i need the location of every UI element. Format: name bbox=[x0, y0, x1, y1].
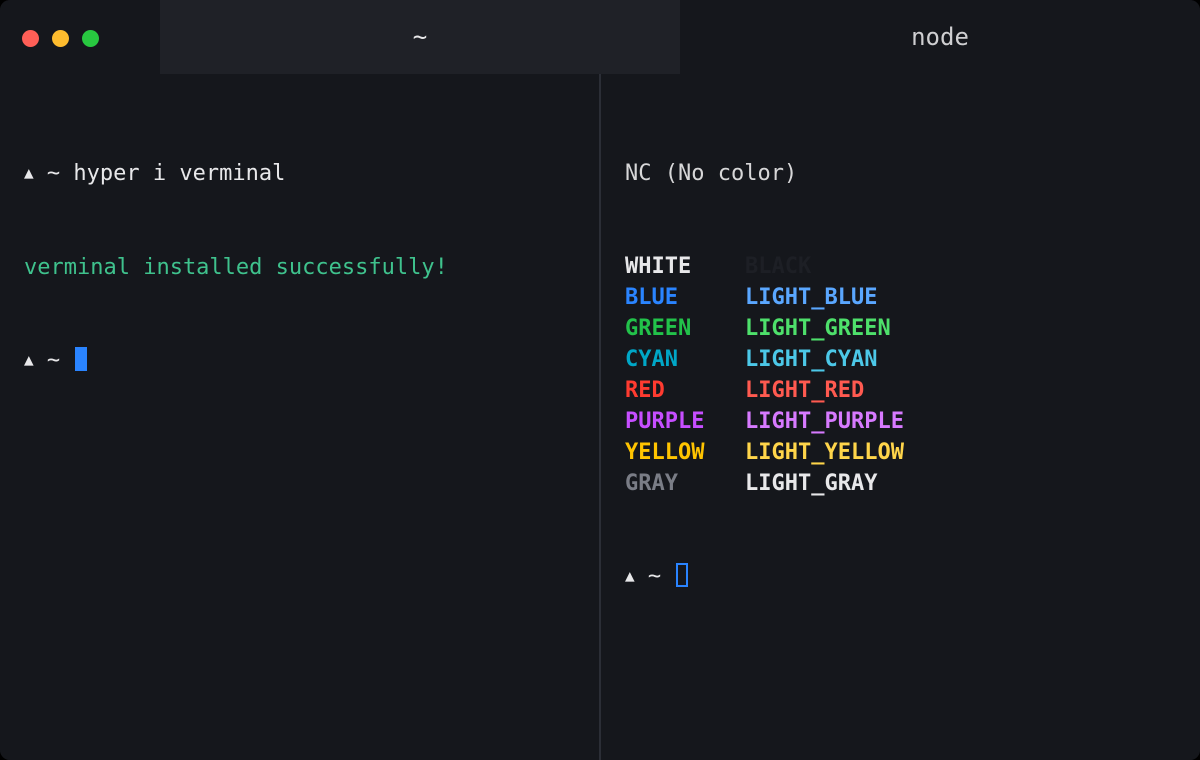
command-text: hyper i verminal bbox=[73, 161, 285, 186]
color-name-right: LIGHT_BLUE bbox=[745, 282, 877, 313]
pane-left[interactable]: ▲ ~ hyper i verminal verminal installed … bbox=[0, 74, 599, 760]
color-row: BLUELIGHT_BLUE bbox=[625, 282, 1176, 313]
color-row: GRAYLIGHT_GRAY bbox=[625, 468, 1176, 499]
titlebar: ~ node bbox=[0, 0, 1200, 74]
color-row: PURPLELIGHT_PURPLE bbox=[625, 406, 1176, 437]
color-name-left: WHITE bbox=[625, 251, 745, 282]
color-name-left: BLUE bbox=[625, 282, 745, 313]
color-name-left: CYAN bbox=[625, 344, 745, 375]
color-name-left: PURPLE bbox=[625, 406, 745, 437]
color-row: CYANLIGHT_CYAN bbox=[625, 344, 1176, 375]
prompt-tilde: ~ bbox=[47, 348, 60, 373]
color-name-left: YELLOW bbox=[625, 437, 745, 468]
prompt-line-1: ▲ ~ hyper i verminal bbox=[24, 158, 575, 190]
color-table: WHITEBLACKBLUELIGHT_BLUEGREENLIGHT_GREEN… bbox=[625, 251, 1176, 499]
color-row: YELLOWLIGHT_YELLOW bbox=[625, 437, 1176, 468]
split-panes: ▲ ~ hyper i verminal verminal installed … bbox=[0, 74, 1200, 760]
prompt-line: ▲ ~ bbox=[625, 561, 1176, 593]
tab-home[interactable]: ~ bbox=[160, 0, 680, 74]
no-color-line: NC (No color) bbox=[625, 158, 1176, 189]
prompt-line-2: ▲ ~ bbox=[24, 345, 575, 377]
prompt-triangle-icon: ▲ bbox=[24, 344, 34, 375]
tab-bar: ~ node bbox=[0, 0, 1200, 74]
prompt-triangle-icon: ▲ bbox=[24, 157, 34, 188]
traffic-lights bbox=[0, 20, 99, 56]
color-name-right: LIGHT_CYAN bbox=[745, 344, 877, 375]
color-row: WHITEBLACK bbox=[625, 251, 1176, 282]
close-icon[interactable] bbox=[22, 30, 39, 47]
color-row: REDLIGHT_RED bbox=[625, 375, 1176, 406]
color-name-right: LIGHT_YELLOW bbox=[745, 437, 904, 468]
color-name-right: LIGHT_GREEN bbox=[745, 313, 891, 344]
color-name-left: GREEN bbox=[625, 313, 745, 344]
install-success-message: verminal installed successfully! bbox=[24, 252, 575, 283]
tab-label: node bbox=[911, 23, 969, 51]
cursor-icon bbox=[75, 347, 87, 371]
tab-label: ~ bbox=[413, 23, 427, 51]
cursor-icon bbox=[676, 563, 688, 587]
minimize-icon[interactable] bbox=[52, 30, 69, 47]
zoom-icon[interactable] bbox=[82, 30, 99, 47]
color-name-left: GRAY bbox=[625, 468, 745, 499]
color-name-right: BLACK bbox=[745, 251, 811, 282]
color-name-left: RED bbox=[625, 375, 745, 406]
prompt-triangle-icon: ▲ bbox=[625, 560, 635, 591]
prompt-tilde: ~ bbox=[648, 564, 661, 589]
color-name-right: LIGHT_PURPLE bbox=[745, 406, 904, 437]
color-name-right: LIGHT_RED bbox=[745, 375, 864, 406]
prompt-tilde: ~ bbox=[47, 161, 60, 186]
pane-right[interactable]: NC (No color) WHITEBLACKBLUELIGHT_BLUEGR… bbox=[599, 74, 1200, 760]
tab-node[interactable]: node bbox=[680, 0, 1200, 74]
color-name-right: LIGHT_GRAY bbox=[745, 468, 877, 499]
terminal-window: ~ node ▲ ~ hyper i verminal verminal ins… bbox=[0, 0, 1200, 760]
color-row: GREENLIGHT_GREEN bbox=[625, 313, 1176, 344]
